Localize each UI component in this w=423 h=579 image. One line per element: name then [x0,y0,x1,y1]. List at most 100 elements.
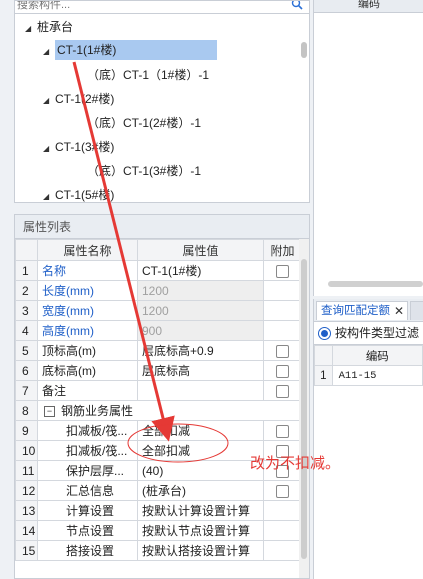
checkbox[interactable] [276,384,289,398]
checkbox[interactable] [276,484,289,498]
code-list-panel: 编码 [313,0,423,296]
tree-node-group-2[interactable]: ◢ CT-1(2#楼) [43,89,114,109]
property-name: 计算设置 [37,500,138,521]
property-row[interactable]: 7 备注 [15,380,302,401]
tree-scrollbar[interactable] [299,14,309,202]
checkbox[interactable] [276,424,289,438]
extra-checkbox-cell[interactable] [263,480,302,501]
property-value[interactable] [137,380,264,401]
property-row[interactable]: 6 底标高(m) 层底标高 [15,360,302,381]
header-number-cell [15,239,38,261]
property-name: 汇总信息 [37,480,138,501]
collapse-triangle-icon[interactable]: ◢ [43,91,55,111]
tab-query-quota[interactable]: 查询匹配定额 ✕ [316,301,408,320]
quota-code[interactable]: A11-15 [331,365,423,386]
property-row[interactable]: 2 长度(mm) 1200 [15,280,302,301]
row-number: 5 [15,340,38,361]
filter-radio-row[interactable]: 按构件类型过滤 [314,322,423,345]
row-number: 4 [15,320,38,341]
property-name: 节点设置 [37,520,138,541]
property-row[interactable]: 1 名称 CT-1(1#楼) [15,260,302,281]
property-group-row[interactable]: 8 − 钢筋业务属性 [15,400,302,421]
property-name: 底标高(m) [37,360,138,381]
property-row[interactable]: 14 节点设置 按默认节点设置计算 [15,520,302,541]
property-scrollbar[interactable] [299,239,309,578]
property-value[interactable]: 按默认节点设置计算 [137,520,264,541]
extra-checkbox-cell[interactable] [263,420,302,441]
checkbox[interactable] [276,344,289,358]
property-group-name: 钢筋业务属性 [61,404,134,418]
property-value[interactable]: 层底标高 [137,360,264,381]
property-value[interactable]: 全部扣减 [137,420,264,441]
header-name: 属性名称 [37,239,138,261]
search-input[interactable] [17,1,277,12]
property-value: 900 [137,320,264,341]
row-number: 7 [15,380,38,401]
extra-checkbox-cell[interactable] [263,360,302,381]
property-value[interactable]: 按默认计算设置计算 [137,500,264,521]
header-value: 属性值 [137,239,264,261]
row-number: 3 [15,300,38,321]
property-list-title: 属性列表 [15,215,309,239]
search-box [15,1,309,14]
quota-row[interactable]: 1 A11-15 [314,365,423,386]
header-number-cell [314,345,333,366]
component-tree-panel: ◢桩承台 ◢CT-1(1#楼) （底）CT-1（1#楼）-1 ◢CT-1(2#楼… [14,0,310,203]
close-icon[interactable]: ✕ [394,302,404,321]
collapse-triangle-icon[interactable]: ◢ [43,139,55,159]
extra-cell [263,520,302,541]
checkbox[interactable] [276,364,289,378]
property-value: 1200 [137,280,264,301]
query-quota-panel: 查询匹配定额 ✕ 按构件类型过滤 编码 1 A11-15 [313,299,423,579]
row-number: 10 [15,440,38,461]
filter-label: 按构件类型过滤 [335,326,420,340]
extra-checkbox-cell[interactable] [263,340,302,361]
extra-cell [263,500,302,521]
extra-checkbox-cell[interactable] [263,380,302,401]
radio-selected-icon[interactable] [318,327,331,341]
tree-leaf-1[interactable]: （底）CT-1（1#楼）-1 [87,65,209,85]
tree-leaf-2[interactable]: （底）CT-1(2#楼）-1 [87,113,201,133]
checkbox[interactable] [276,264,289,278]
property-name: 扣减板/筏... [37,440,138,461]
code-list-hscrollbar[interactable] [328,281,423,287]
row-number: 1 [314,365,333,386]
property-value[interactable]: 全部扣减 [137,440,264,461]
tree-root-node[interactable]: ◢ 桩承台 [25,17,73,37]
property-list-panel: 属性列表 属性名称 属性值 附加 1 名称 CT-1(1#楼) 2 长度(mm)… [14,214,310,579]
collapse-triangle-icon[interactable]: ◢ [43,187,55,202]
tree-scrollbar-thumb[interactable] [301,42,307,58]
property-row[interactable]: 15 搭接设置 按默认搭接设置计算 [15,540,302,561]
search-icon[interactable] [291,0,303,10]
property-row[interactable]: 12 汇总信息 (桩承台) [15,480,302,501]
tree-leaf-3[interactable]: （底）CT-1(3#楼）-1 [87,161,201,181]
property-name: 保护层厚... [37,460,138,481]
property-value[interactable]: (40) [137,460,264,481]
property-group-cell[interactable]: − 钢筋业务属性 [37,400,302,421]
header-extra: 附加 [263,239,302,261]
property-value[interactable]: 按默认搭接设置计算 [137,540,264,561]
property-value[interactable]: (桩承台) [137,480,264,501]
row-number: 1 [15,260,38,281]
property-name: 名称 [37,260,138,281]
collapse-triangle-icon[interactable]: ◢ [43,42,55,62]
tab-next[interactable] [410,301,423,320]
property-row[interactable]: 3 宽度(mm) 1200 [15,300,302,321]
property-row[interactable]: 5 顶标高(m) 层底标高+0.9 [15,340,302,361]
collapse-triangle-icon[interactable]: ◢ [25,19,37,39]
property-value[interactable]: 层底标高+0.9 [137,340,264,361]
tree-node-group-3[interactable]: ◢ CT-1(3#楼) [43,137,114,157]
property-scrollbar-thumb[interactable] [301,259,307,559]
tree-node-group-5[interactable]: ◢ CT-1(5#楼) [43,185,114,202]
tree-node-group-1[interactable]: ◢ CT-1(1#楼) [43,40,217,60]
property-table: 属性名称 属性值 附加 1 名称 CT-1(1#楼) 2 长度(mm) 1200… [15,239,302,561]
property-value[interactable]: CT-1(1#楼) [137,260,264,281]
collapse-minus-icon[interactable]: − [44,406,55,418]
extra-checkbox-cell[interactable] [263,260,302,281]
property-row[interactable]: 9 扣减板/筏... 全部扣减 [15,420,302,441]
row-number: 6 [15,360,38,381]
tree-selected-label[interactable]: CT-1(1#楼) [55,40,217,60]
property-row[interactable]: 13 计算设置 按默认计算设置计算 [15,500,302,521]
property-row[interactable]: 4 高度(mm) 900 [15,320,302,341]
extra-cell [263,540,302,561]
